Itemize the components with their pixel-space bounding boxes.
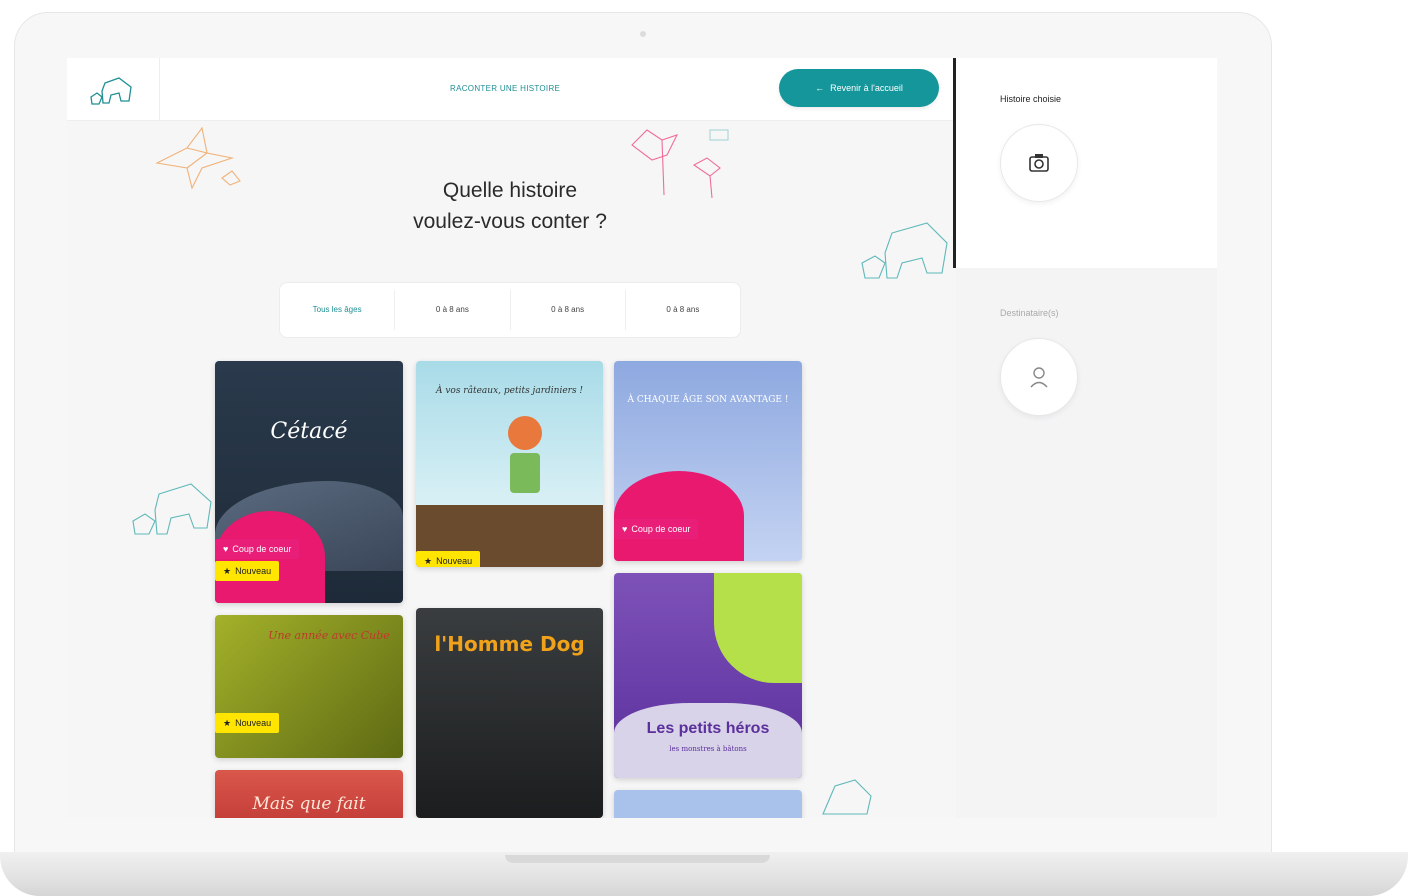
book-title: À vos râteaux, petits jardiniers ! (435, 386, 584, 396)
page-title-line2: voulez-vous conter ? (413, 210, 607, 233)
page-title-line1: Quelle histoire (442, 179, 578, 202)
book-title: Les petits héros (646, 720, 770, 737)
page-title: Quelle histoire voulez-vous conter ? (367, 175, 653, 237)
arrow-left-icon: ← (815, 83, 825, 93)
badge-nouveau: ★ Nouveau (215, 713, 280, 733)
origami-elephant-left-icon (132, 483, 212, 535)
nav-title[interactable]: RACONTER UNE HISTOIRE (450, 84, 560, 93)
book-character (508, 416, 542, 450)
app-screen: RACONTER UNE HISTOIRE ← Revenir à l'accu… (67, 58, 1217, 818)
badge-coup-de-coeur: ♥ Coup de coeur (614, 519, 699, 539)
book-card-homme-dog[interactable]: l'Homme Dog (416, 608, 603, 818)
book-card-jardiniers[interactable]: À vos râteaux, petits jardiniers ! ★ Nouv… (416, 361, 603, 567)
origami-elephant-icon (861, 222, 948, 279)
book-cloud (614, 703, 802, 778)
book-card-chaque-age[interactable]: À CHAQUE ÂGE SON AVANTAGE ! ♥ Coup de coe… (614, 361, 802, 561)
recipients-label: Destinataire(s) (1000, 308, 1059, 318)
badge-nouveau: ★ Nouveau (416, 551, 481, 567)
filter-age-3[interactable]: 0 à 8 ans (626, 290, 740, 330)
sidebar-chosen-story: Histoire choisie (956, 58, 1217, 268)
book-title: l'Homme Dog (434, 632, 585, 656)
book-card-partial[interactable] (614, 790, 802, 818)
age-filter-bar: Tous les âges 0 à 8 ans 0 à 8 ans 0 à 8 … (279, 282, 741, 338)
filter-age-1[interactable]: 0 à 8 ans (395, 290, 511, 330)
laptop-notch (505, 855, 770, 863)
home-button[interactable]: ← Revenir à l'accueil (779, 69, 939, 107)
star-icon: ★ (223, 565, 232, 576)
chosen-story-label: Histoire choisie (1000, 94, 1062, 104)
filter-all-ages[interactable]: Tous les âges (280, 290, 396, 330)
camera-icon (1029, 154, 1049, 172)
elephant-logo-icon (90, 76, 132, 105)
logo[interactable] (67, 58, 160, 121)
book-character-body (510, 453, 540, 493)
star-icon: ★ (223, 717, 232, 728)
book-subtitle: les monstres à bâtons (669, 745, 747, 753)
home-button-label: Revenir à l'accueil (830, 83, 903, 93)
star-icon: ★ (424, 555, 433, 566)
book-title: Une année avec Cube (268, 629, 390, 642)
heart-icon: ♥ (622, 524, 628, 534)
filter-age-2[interactable]: 0 à 8 ans (511, 290, 626, 330)
camera-icon (640, 31, 646, 37)
heart-icon: ♥ (223, 544, 229, 554)
badge-coup-de-coeur: ♥ Coup de coeur (215, 539, 300, 559)
book-title: Mais que fait (252, 794, 366, 814)
badge-nouveau: ★ Nouveau (215, 561, 280, 581)
book-cover-flowers (614, 471, 744, 561)
origami-elephant-bottom-icon (822, 779, 872, 815)
chosen-story-placeholder[interactable] (1000, 124, 1078, 202)
sidebar-recipients: Destinataire(s) (956, 268, 1217, 818)
book-card-petits-heros[interactable]: Les petits héros les monstres à bâtons (614, 573, 802, 778)
book-card-cube[interactable]: Une année avec Cube ★ Nouveau (215, 615, 403, 758)
book-title: Cétacé (270, 419, 348, 444)
recipients-placeholder[interactable] (1000, 338, 1078, 416)
book-title: À CHAQUE ÂGE SON AVANTAGE ! (627, 395, 789, 405)
origami-bird-icon (155, 126, 241, 190)
top-bar: RACONTER UNE HISTOIRE ← Revenir à l'accu… (67, 58, 953, 121)
book-card-cetace[interactable]: Cétacé ♥ Coup de coeur ★ Nouveau (215, 361, 403, 603)
book-card-mais-que-fait[interactable]: Mais que fait (215, 770, 403, 818)
person-icon (1030, 367, 1048, 388)
book-monster (714, 573, 802, 683)
